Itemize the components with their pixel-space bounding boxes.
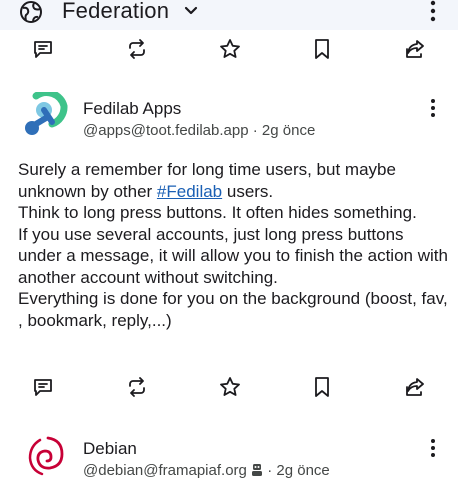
author-name[interactable]: Debian xyxy=(83,439,137,459)
post-menu-icon[interactable] xyxy=(426,98,440,118)
post-menu-icon[interactable] xyxy=(426,438,440,458)
boost-icon[interactable] xyxy=(124,36,150,62)
share-icon[interactable] xyxy=(402,374,428,400)
bookmark-icon[interactable] xyxy=(309,374,335,400)
avatar[interactable] xyxy=(22,432,68,478)
boost-icon[interactable] xyxy=(124,374,150,400)
bookmark-icon[interactable] xyxy=(309,36,335,62)
page-title[interactable]: Federation xyxy=(62,0,169,24)
avatar[interactable] xyxy=(22,89,68,138)
author-handle[interactable]: @debian@framapiaf.org · 2g önce xyxy=(83,462,330,479)
post-action-bar xyxy=(0,36,458,64)
robot-icon xyxy=(251,463,263,477)
favourite-icon[interactable] xyxy=(217,374,243,400)
author-handle[interactable]: @apps@toot.fedilab.app · 2g önce xyxy=(83,122,315,139)
top-app-bar: Federation xyxy=(0,0,458,30)
post-content: Surely a remember for long time users, b… xyxy=(18,159,448,331)
reply-icon[interactable] xyxy=(30,374,56,400)
globe-icon[interactable] xyxy=(19,0,43,24)
hashtag-link[interactable]: #Fedilab xyxy=(157,182,222,201)
more-vert-icon[interactable] xyxy=(424,0,442,22)
post-paragraph: If you use several accounts, just long p… xyxy=(18,224,448,287)
author-name[interactable]: Fedilab Apps xyxy=(83,99,181,119)
share-icon[interactable] xyxy=(402,36,428,62)
post-paragraph: Think to long press buttons. It often hi… xyxy=(18,203,417,222)
reply-icon[interactable] xyxy=(30,36,56,62)
post-paragraph: Everything is done for you on the backgr… xyxy=(18,289,448,330)
chevron-down-icon[interactable] xyxy=(182,2,200,20)
post-paragraph: Surely a remember for long time users, b… xyxy=(18,160,396,201)
favourite-icon[interactable] xyxy=(217,36,243,62)
post-action-bar xyxy=(0,374,458,402)
